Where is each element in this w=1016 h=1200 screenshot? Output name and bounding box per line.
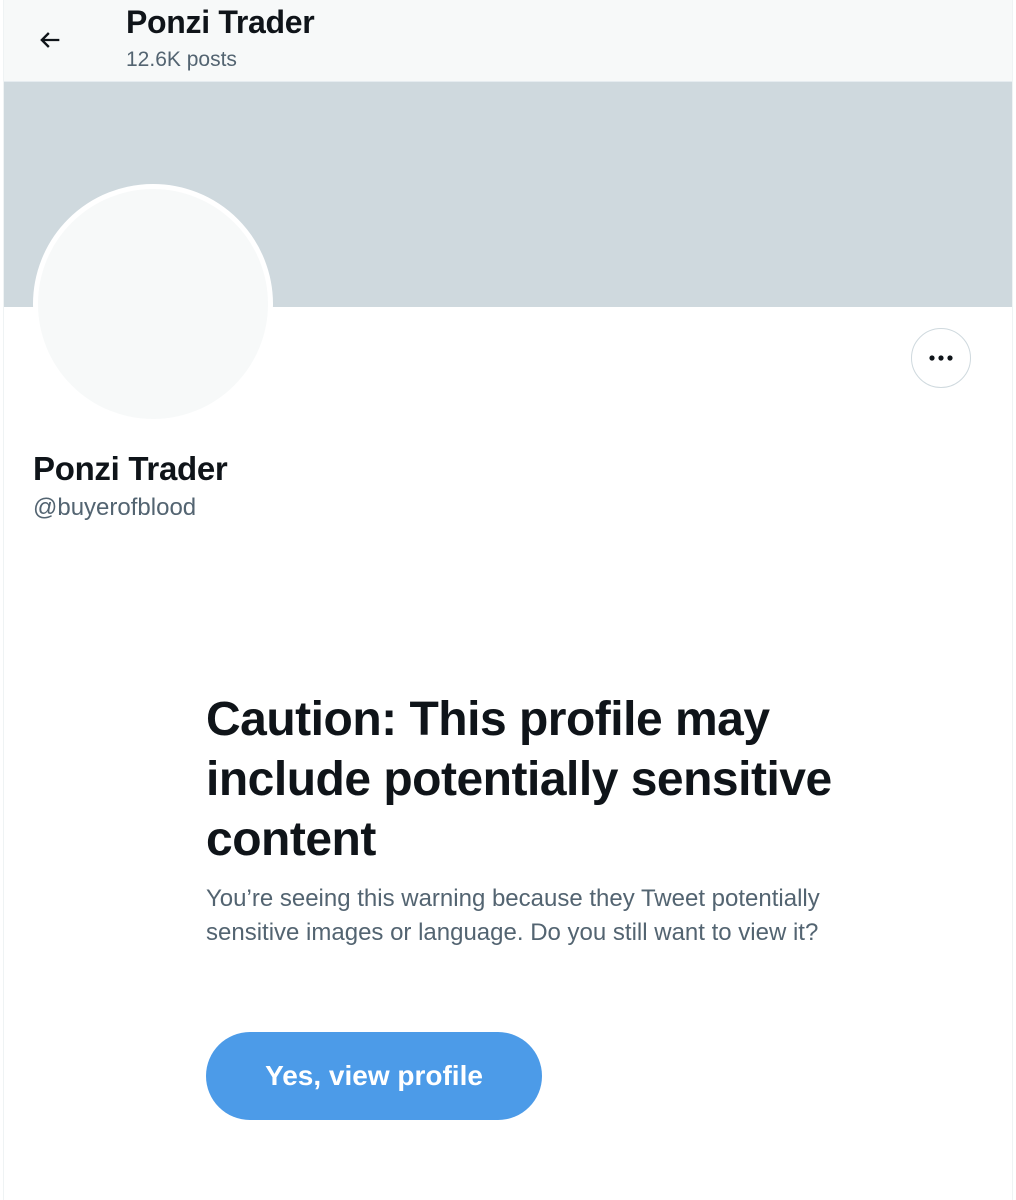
ellipsis-icon: [929, 355, 953, 361]
view-profile-button[interactable]: Yes, view profile: [206, 1032, 542, 1120]
profile-page: Ponzi Trader 12.6K posts Ponzi Trader @b…: [3, 0, 1013, 1200]
arrow-left-icon: [40, 32, 60, 48]
avatar[interactable]: [33, 184, 273, 424]
header-post-count: 12.6K posts: [126, 48, 237, 71]
sensitive-content-warning: Caution: This profile may include potent…: [206, 690, 846, 950]
header-title: Ponzi Trader: [126, 4, 315, 40]
top-header-bar: Ponzi Trader 12.6K posts: [4, 0, 1012, 82]
back-button[interactable]: [28, 18, 72, 62]
warning-title: Caution: This profile may include potent…: [206, 693, 832, 866]
warning-body: You’re seeing this warning because they …: [206, 885, 820, 946]
profile-display-name: Ponzi Trader: [33, 450, 228, 487]
more-options-button[interactable]: [911, 328, 971, 388]
profile-handle: @buyerofblood: [33, 494, 197, 521]
